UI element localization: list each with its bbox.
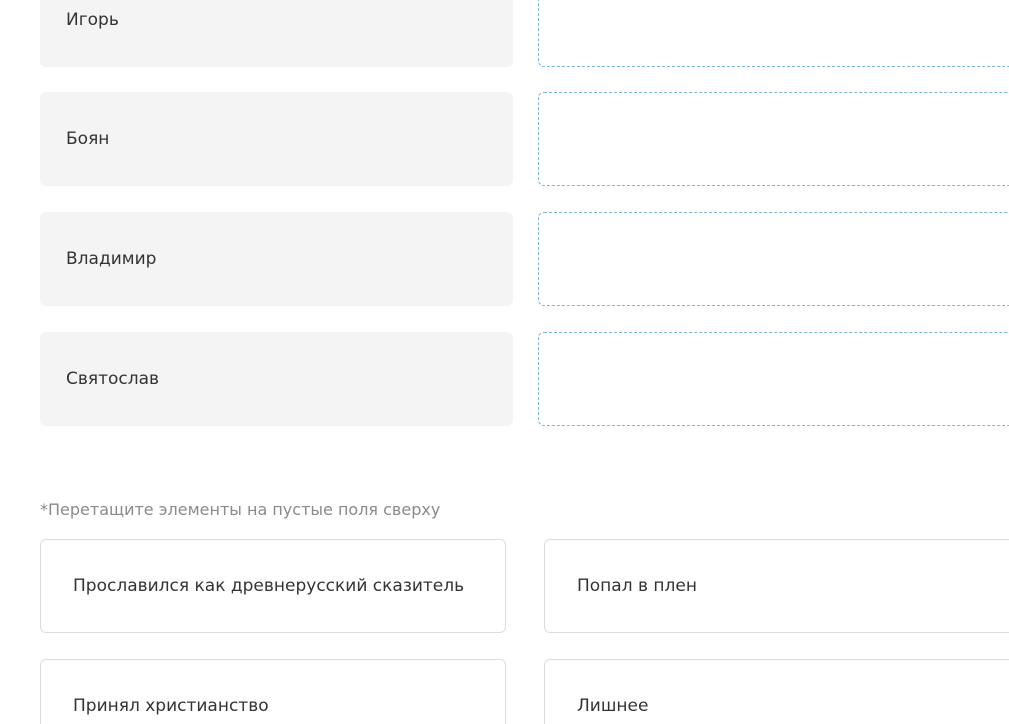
term-label: Святослав	[66, 369, 160, 389]
drop-zone-svyatoslav[interactable]	[538, 332, 1009, 426]
term-igor: Игорь	[40, 0, 513, 67]
drop-zone-vladimir[interactable]	[538, 212, 1009, 306]
option-label: Принял христианство	[73, 696, 269, 716]
option-label: Попал в плен	[577, 576, 697, 596]
term-svyatoslav: Святослав	[40, 332, 513, 426]
drag-hint: *Перетащите элементы на пустые поля свер…	[40, 500, 441, 519]
drop-zone-boyan[interactable]	[538, 92, 1009, 186]
option-label: Лишнее	[577, 696, 649, 716]
matching-exercise: Игорь Боян Владимир Святослав *Перетащит…	[0, 0, 1009, 724]
draggable-option[interactable]: Лишнее	[544, 659, 1009, 724]
draggable-option[interactable]: Попал в плен	[544, 539, 1009, 633]
drop-zone-igor[interactable]	[538, 0, 1009, 67]
term-label: Игорь	[66, 10, 119, 30]
draggable-option[interactable]: Принял христианство	[40, 659, 506, 724]
term-label: Боян	[66, 129, 110, 149]
option-label: Прославился как древнерусский сказитель	[73, 576, 465, 596]
draggable-option[interactable]: Прославился как древнерусский сказитель	[40, 539, 506, 633]
term-boyan: Боян	[40, 92, 513, 186]
term-vladimir: Владимир	[40, 212, 513, 306]
term-label: Владимир	[66, 249, 157, 269]
